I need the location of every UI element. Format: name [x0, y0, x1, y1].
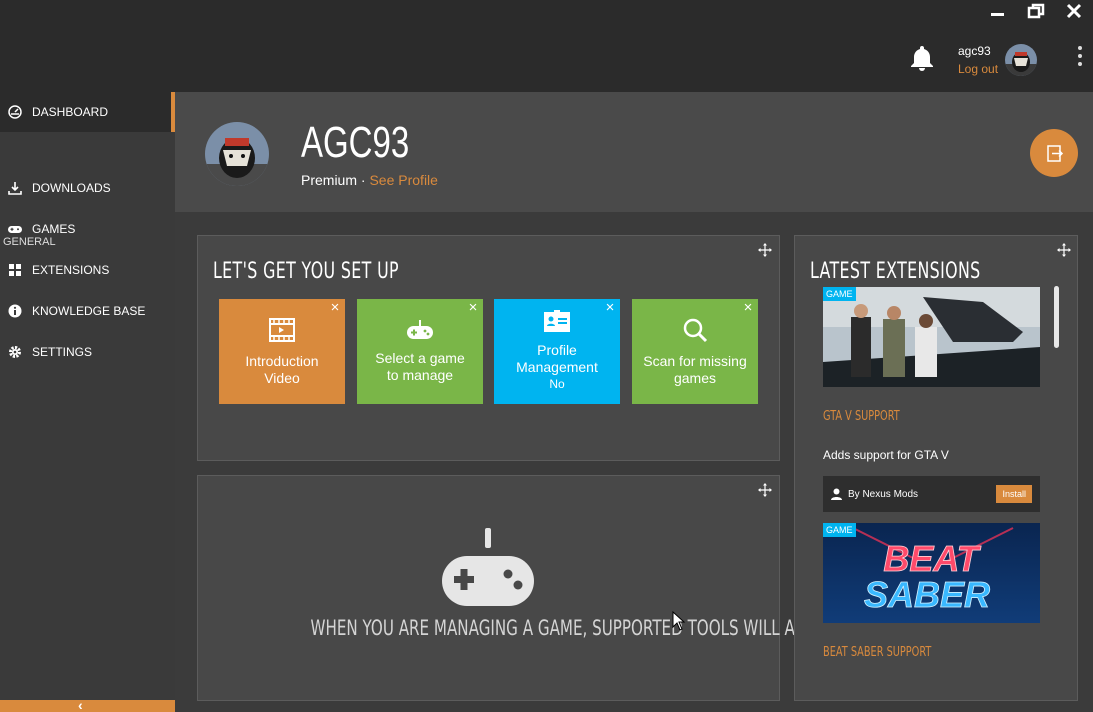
- exit-profile-button[interactable]: [1030, 129, 1078, 177]
- tile-sublabel: No: [549, 377, 565, 391]
- extensions-title: LATEST EXTENSIONS: [810, 259, 981, 284]
- profile-header: AGC93 Premium · See Profile: [175, 92, 1093, 212]
- extension-badge: GAME: [823, 523, 856, 537]
- sidebar-item-downloads[interactable]: DOWNLOADS: [0, 168, 175, 208]
- user-icon: [831, 488, 842, 500]
- sidebar-item-games[interactable]: GAMES: [0, 209, 175, 249]
- more-options-icon[interactable]: [1070, 46, 1090, 72]
- svg-text:BEAT: BEAT: [883, 538, 981, 579]
- close-icon[interactable]: ×: [604, 300, 616, 315]
- close-icon[interactable]: ×: [329, 300, 341, 315]
- tile-label: Scan for missing games: [643, 352, 747, 386]
- restore-button[interactable]: [1025, 2, 1047, 22]
- tile-label: Select a game to manage: [375, 349, 465, 383]
- sidebar-item-label: DOWNLOADS: [32, 181, 111, 195]
- extension-author-bar: By Nexus Mods Install: [823, 476, 1040, 512]
- move-icon[interactable]: [758, 483, 772, 497]
- tools-panel: WHEN YOU ARE MANAGING A GAME, SUPPORTED …: [197, 475, 890, 701]
- gamepad-icon: [442, 528, 534, 611]
- download-icon: [8, 181, 22, 195]
- info-icon: [8, 304, 22, 318]
- close-icon[interactable]: ×: [467, 300, 479, 315]
- gamepad-icon: [407, 319, 433, 344]
- search-icon: [682, 317, 708, 347]
- setup-panel: LET'S GET YOU SET UP × Introduction Vide…: [197, 235, 780, 461]
- sidebar-item-dashboard[interactable]: DASHBOARD: [0, 92, 175, 132]
- minimize-button[interactable]: [987, 2, 1009, 22]
- profile-avatar[interactable]: [205, 122, 269, 186]
- see-profile-link[interactable]: See Profile: [369, 172, 437, 188]
- sidebar-item-label: SETTINGS: [32, 345, 93, 359]
- mouse-cursor-icon: [672, 610, 686, 636]
- extension-description: Adds support for GTA V: [823, 448, 949, 462]
- extension-title[interactable]: BEAT SABER SUPPORT: [823, 645, 931, 660]
- svg-text:SABER: SABER: [864, 574, 990, 615]
- tile-select-game[interactable]: × Select a game to manage: [357, 299, 483, 404]
- username: agc93: [958, 44, 991, 58]
- tile-introduction-video[interactable]: × Introduction Video: [219, 299, 345, 404]
- sidebar-item-settings[interactable]: SETTINGS: [0, 332, 175, 372]
- move-icon[interactable]: [758, 243, 772, 257]
- extension-author: By Nexus Mods: [848, 488, 919, 500]
- sidebar: DASHBOARD GENERAL DOWNLOADS GAMES EXTENS…: [0, 92, 175, 712]
- profile-subtitle: Premium · See Profile: [301, 172, 438, 188]
- tile-profile-management[interactable]: × Profile Management No: [494, 299, 620, 404]
- close-button[interactable]: [1063, 2, 1085, 22]
- membership-tier: Premium: [301, 172, 358, 188]
- chevron-left-icon: ‹: [78, 697, 83, 712]
- notification-bell-icon[interactable]: [909, 44, 935, 72]
- extension-badge: GAME: [823, 287, 856, 301]
- logout-icon: [1047, 145, 1064, 162]
- tile-label: Profile Management: [516, 342, 598, 375]
- sidebar-item-label: GAMES: [32, 222, 76, 236]
- sidebar-collapse-button[interactable]: ‹: [0, 697, 175, 712]
- separator: ·: [357, 172, 370, 188]
- extension-image-gta-v[interactable]: GAME: [823, 287, 1040, 387]
- avatar[interactable]: [1005, 44, 1037, 76]
- dashboard-main: LET'S GET YOU SET UP × Introduction Vide…: [175, 212, 1093, 712]
- extension-title[interactable]: GTA V SUPPORT: [823, 409, 900, 424]
- gear-icon: [8, 345, 22, 359]
- sidebar-item-label: KNOWLEDGE BASE: [32, 304, 146, 318]
- move-icon[interactable]: [1057, 243, 1071, 257]
- extension-image-beat-saber[interactable]: BEAT SABER GAME: [823, 523, 1040, 623]
- setup-title: LET'S GET YOU SET UP: [213, 259, 399, 284]
- tile-label: Introduction Video: [245, 352, 319, 386]
- id-card-icon: [544, 310, 570, 336]
- tools-placeholder-message: WHEN YOU ARE MANAGING A GAME, SUPPORTED …: [310, 616, 890, 640]
- profile-name: AGC93: [301, 118, 410, 167]
- sidebar-item-knowledge-base[interactable]: KNOWLEDGE BASE: [0, 291, 175, 331]
- close-icon[interactable]: ×: [742, 300, 754, 315]
- video-icon: [269, 317, 295, 347]
- latest-extensions-panel: LATEST EXTENSIONS GAME GTA V SUPPORT Add…: [794, 235, 1078, 701]
- extensions-icon: [8, 263, 22, 277]
- dashboard-icon: [8, 105, 22, 119]
- logout-link[interactable]: Log out: [958, 62, 998, 76]
- gamepad-icon: [8, 222, 22, 236]
- sidebar-item-label: DASHBOARD: [32, 105, 109, 119]
- tile-scan-games[interactable]: × Scan for missing games: [632, 299, 758, 404]
- sidebar-item-extensions[interactable]: EXTENSIONS: [0, 250, 175, 290]
- title-bar: agc93 Log out: [0, 0, 1093, 92]
- sidebar-item-label: EXTENSIONS: [32, 263, 110, 277]
- install-button[interactable]: Install: [996, 485, 1032, 503]
- scrollbar-thumb[interactable]: [1054, 286, 1059, 348]
